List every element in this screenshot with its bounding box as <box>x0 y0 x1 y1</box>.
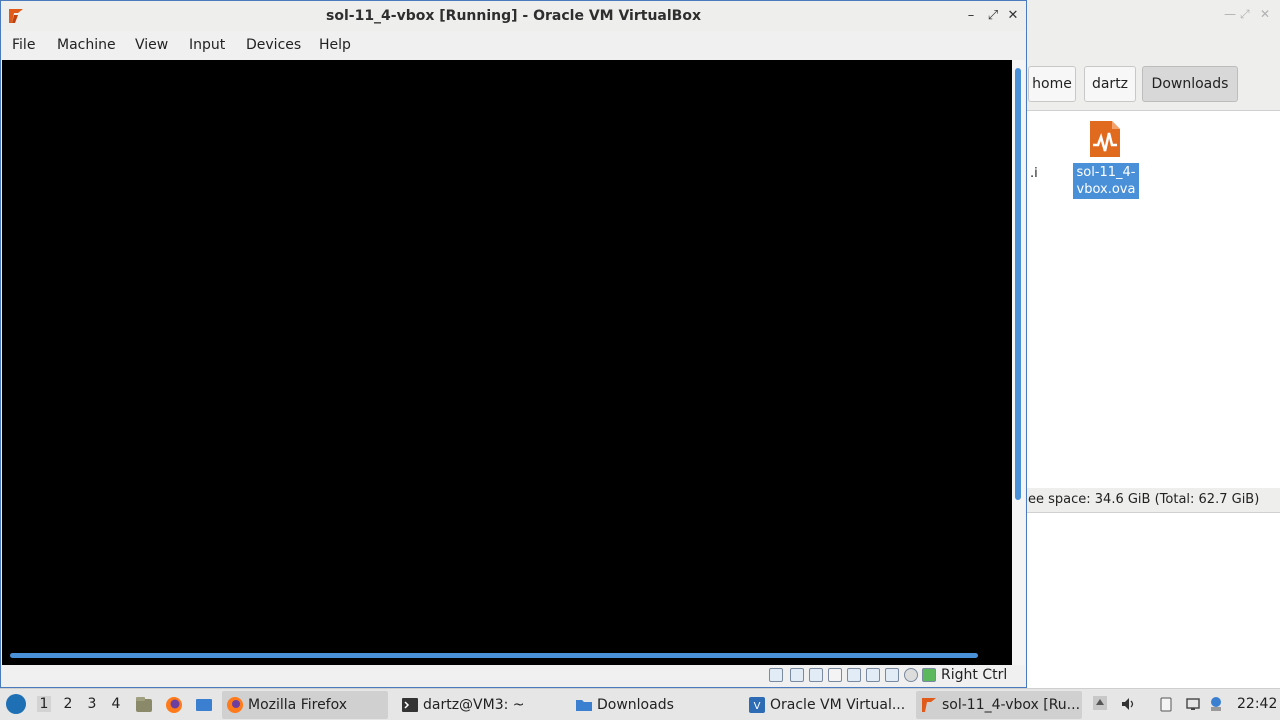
clock[interactable]: 22:42 <box>1237 696 1277 712</box>
vm-display[interactable] <box>2 60 1012 665</box>
window-title: sol-11_4-vbox [Running] - Oracle VM Virt… <box>326 8 701 24</box>
tray-up-arrow-icon[interactable] <box>1092 695 1108 711</box>
empty-region <box>1026 512 1280 688</box>
virtualbox-icon: V <box>749 697 765 713</box>
file-item-label[interactable]: .i <box>1030 166 1038 181</box>
menu-machine[interactable]: Machine <box>57 37 116 53</box>
minimize-button[interactable]: – <box>963 7 979 25</box>
ova-file-icon <box>1090 121 1120 157</box>
menu-view[interactable]: View <box>135 37 168 53</box>
maximize-button[interactable]: ⤢ <box>985 7 1001 25</box>
task-label: sol-11_4-vbox [Ru... <box>942 697 1081 713</box>
terminal-icon <box>402 698 418 712</box>
workspace-2[interactable]: 2 <box>61 696 75 712</box>
network-icon[interactable] <box>828 668 842 682</box>
optical-drive-icon[interactable] <box>790 668 804 682</box>
file-view[interactable]: .i sol-11_4- vbox.ova <box>1026 110 1280 488</box>
task-label: Mozilla Firefox <box>248 697 348 713</box>
workspace-3[interactable]: 3 <box>85 696 99 712</box>
task-downloads[interactable]: Downloads <box>571 691 737 719</box>
workspace-1[interactable]: 1 <box>37 696 51 712</box>
vm-status-bar: Right Ctrl <box>1 665 1026 687</box>
menu-file[interactable]: File <box>12 37 35 53</box>
svg-text:V: V <box>754 701 761 712</box>
selected-file-label[interactable]: sol-11_4- vbox.ova <box>1073 163 1139 199</box>
file-manager-titlebar: — ⤢ ✕ <box>1026 0 1280 30</box>
close-icon[interactable]: ✕ <box>1260 7 1270 21</box>
vertical-scrollbar[interactable] <box>1012 60 1025 665</box>
vertical-scrollbar-thumb[interactable] <box>1015 68 1021 500</box>
firefox-icon <box>227 697 243 713</box>
host-key-label: Right Ctrl <box>941 667 1008 683</box>
path-bar: home dartz Downloads <box>1026 66 1280 104</box>
file-manager-launcher-icon[interactable] <box>134 695 154 715</box>
virtualbox-vm-window: sol-11_4-vbox [Running] - Oracle VM Virt… <box>0 0 1027 688</box>
mouse-integration-icon[interactable] <box>922 668 936 682</box>
clipboard-icon[interactable] <box>1158 696 1174 712</box>
usb-icon[interactable] <box>847 668 861 682</box>
path-button-dartz[interactable]: dartz <box>1084 66 1136 102</box>
window-titlebar[interactable]: sol-11_4-vbox [Running] - Oracle VM Virt… <box>1 1 1026 31</box>
shared-folders-icon[interactable] <box>866 668 880 682</box>
display-icon[interactable] <box>885 668 899 682</box>
audio-icon[interactable] <box>809 668 823 682</box>
path-button-downloads[interactable]: Downloads <box>1142 66 1238 102</box>
free-space-status: ee space: 34.6 GiB (Total: 62.7 GiB) <box>1026 488 1280 512</box>
network-tray-icon[interactable] <box>1185 696 1201 712</box>
path-button-home[interactable]: home <box>1028 66 1076 102</box>
folder-icon <box>576 700 592 711</box>
minimize-icon[interactable]: — <box>1224 7 1236 21</box>
task-label: Downloads <box>597 697 674 713</box>
video-capture-icon[interactable] <box>904 668 918 682</box>
update-notifier-icon[interactable] <box>1208 696 1224 712</box>
workspace-4[interactable]: 4 <box>109 696 123 712</box>
selected-file-label-line2: vbox.ova <box>1076 182 1136 197</box>
virtualbox-vm-icon <box>922 698 936 712</box>
menu-devices[interactable]: Devices <box>246 37 301 53</box>
close-button[interactable]: ✕ <box>1005 7 1021 25</box>
selected-file-label-line1: sol-11_4- <box>1076 165 1136 180</box>
task-terminal[interactable]: dartz@VM3: ~ <box>397 691 563 719</box>
maximize-icon[interactable]: ⤢ <box>1240 7 1250 22</box>
task-label: dartz@VM3: ~ <box>423 697 525 713</box>
horizontal-scrollbar[interactable] <box>2 648 1012 665</box>
hard-disk-icon[interactable] <box>769 668 783 682</box>
menu-input[interactable]: Input <box>189 37 225 53</box>
task-virtualbox-manager[interactable]: V Oracle VM Virtual... <box>744 691 910 719</box>
menu-help[interactable]: Help <box>319 37 351 53</box>
start-menu-icon[interactable] <box>6 694 26 714</box>
volume-icon[interactable] <box>1120 696 1136 712</box>
task-label: Oracle VM Virtual... <box>770 697 906 713</box>
task-vm-window[interactable]: sol-11_4-vbox [Ru... <box>916 691 1082 719</box>
desktop-launcher-icon[interactable] <box>194 695 214 715</box>
taskbar: 1 2 3 4 Mozilla Firefox dartz@VM3: ~ Dow… <box>0 688 1280 720</box>
menu-bar: File Machine View Input Devices Help <box>1 31 1026 60</box>
file-manager-window: — ⤢ ✕ home dartz Downloads .i sol-11_4- … <box>1026 0 1280 688</box>
task-firefox[interactable]: Mozilla Firefox <box>222 691 388 719</box>
horizontal-scrollbar-thumb[interactable] <box>10 653 978 658</box>
firefox-launcher-icon[interactable] <box>164 695 184 715</box>
